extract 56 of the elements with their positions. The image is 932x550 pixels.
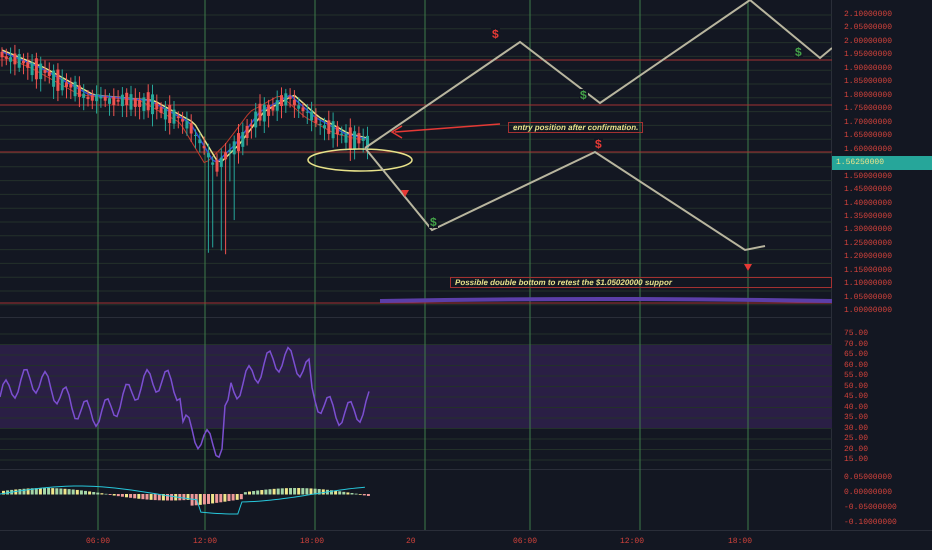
annotation-label: entry position after confirmation. (508, 122, 644, 133)
price-tick-label: 2.05000000 (843, 22, 894, 34)
price-tick-label: 1.15000000 (843, 264, 894, 277)
price-tick-label: 1.35000000 (843, 211, 894, 223)
rsi-tick-label: 25.00 (843, 434, 870, 444)
current-price-label: 1.56250000 (832, 156, 932, 170)
price-tick-label: 1.20000000 (843, 251, 894, 264)
macd-tick-label: -0.10000000 (843, 516, 898, 529)
price-tick-label: 1.00000000 (843, 305, 894, 318)
time-tick-label: 06:00 (513, 536, 538, 548)
time-tick-label: 18:00 (728, 536, 752, 548)
rsi-tick-label: 50.00 (843, 382, 870, 392)
dollar-marker: $ (594, 138, 603, 150)
dollar-marker: $ (429, 216, 438, 228)
price-tick-label: 1.50000000 (843, 170, 894, 183)
price-tick-label: 1.30000000 (843, 224, 894, 236)
price-tick-label: 1.45000000 (843, 184, 894, 196)
dollar-marker: $ (794, 46, 803, 58)
price-tick-label: 2.00000000 (843, 36, 894, 48)
rsi-tick-label: 45.00 (843, 392, 870, 402)
time-tick-label: 18:00 (300, 536, 324, 548)
price-tick-label: 1.95000000 (843, 49, 894, 62)
rsi-tick-label: 15.00 (843, 455, 870, 466)
price-tick-label: 1.75000000 (843, 103, 894, 116)
price-tick-label: 1.65000000 (843, 130, 894, 142)
price-tick-label: 1.40000000 (843, 198, 894, 210)
rsi-tick-label: 20.00 (843, 444, 870, 455)
dollar-marker: $ (579, 89, 588, 101)
annotation-label: Possible double bottom to retest the $1.05020000 suppor (450, 277, 832, 288)
price-tick-label: 1.60000000 (843, 144, 894, 156)
price-tick-label: 1.80000000 (843, 90, 894, 102)
rsi-tick-label: 30.00 (843, 424, 870, 434)
rsi-tick-label: 60.00 (843, 360, 870, 371)
macd-tick-label: 0.00000000 (843, 487, 894, 500)
pin-icon (401, 190, 409, 197)
rsi-tick-label: 55.00 (843, 371, 870, 382)
rsi-tick-label: 35.00 (843, 413, 870, 424)
price-tick-label: 1.05000000 (843, 292, 894, 304)
price-tick-label: 1.25000000 (843, 238, 894, 250)
time-tick-label: 20 (406, 536, 416, 548)
macd-tick-label: -0.05000000 (843, 502, 898, 514)
price-tick-label: 1.10000000 (843, 278, 894, 290)
time-tick-label: 12:00 (193, 536, 218, 548)
price-tick-label: 1.90000000 (843, 62, 894, 75)
macd-tick-label: 0.05000000 (843, 472, 894, 484)
price-tick-label: 2.10000000 (843, 8, 894, 21)
price-tick-label: 1.85000000 (843, 76, 894, 88)
price-tick-label: 1.70000000 (843, 116, 894, 129)
pin-icon (744, 264, 752, 271)
time-tick-label: 12:00 (620, 536, 644, 548)
rsi-tick-label: 40.00 (843, 402, 870, 413)
time-tick-label: 06:00 (86, 536, 110, 548)
rsi-tick-label: 70.00 (843, 340, 870, 350)
rsi-tick-label: 75.00 (843, 329, 870, 340)
rsi-tick-label: 65.00 (843, 350, 870, 360)
dollar-marker: $ (491, 28, 500, 40)
